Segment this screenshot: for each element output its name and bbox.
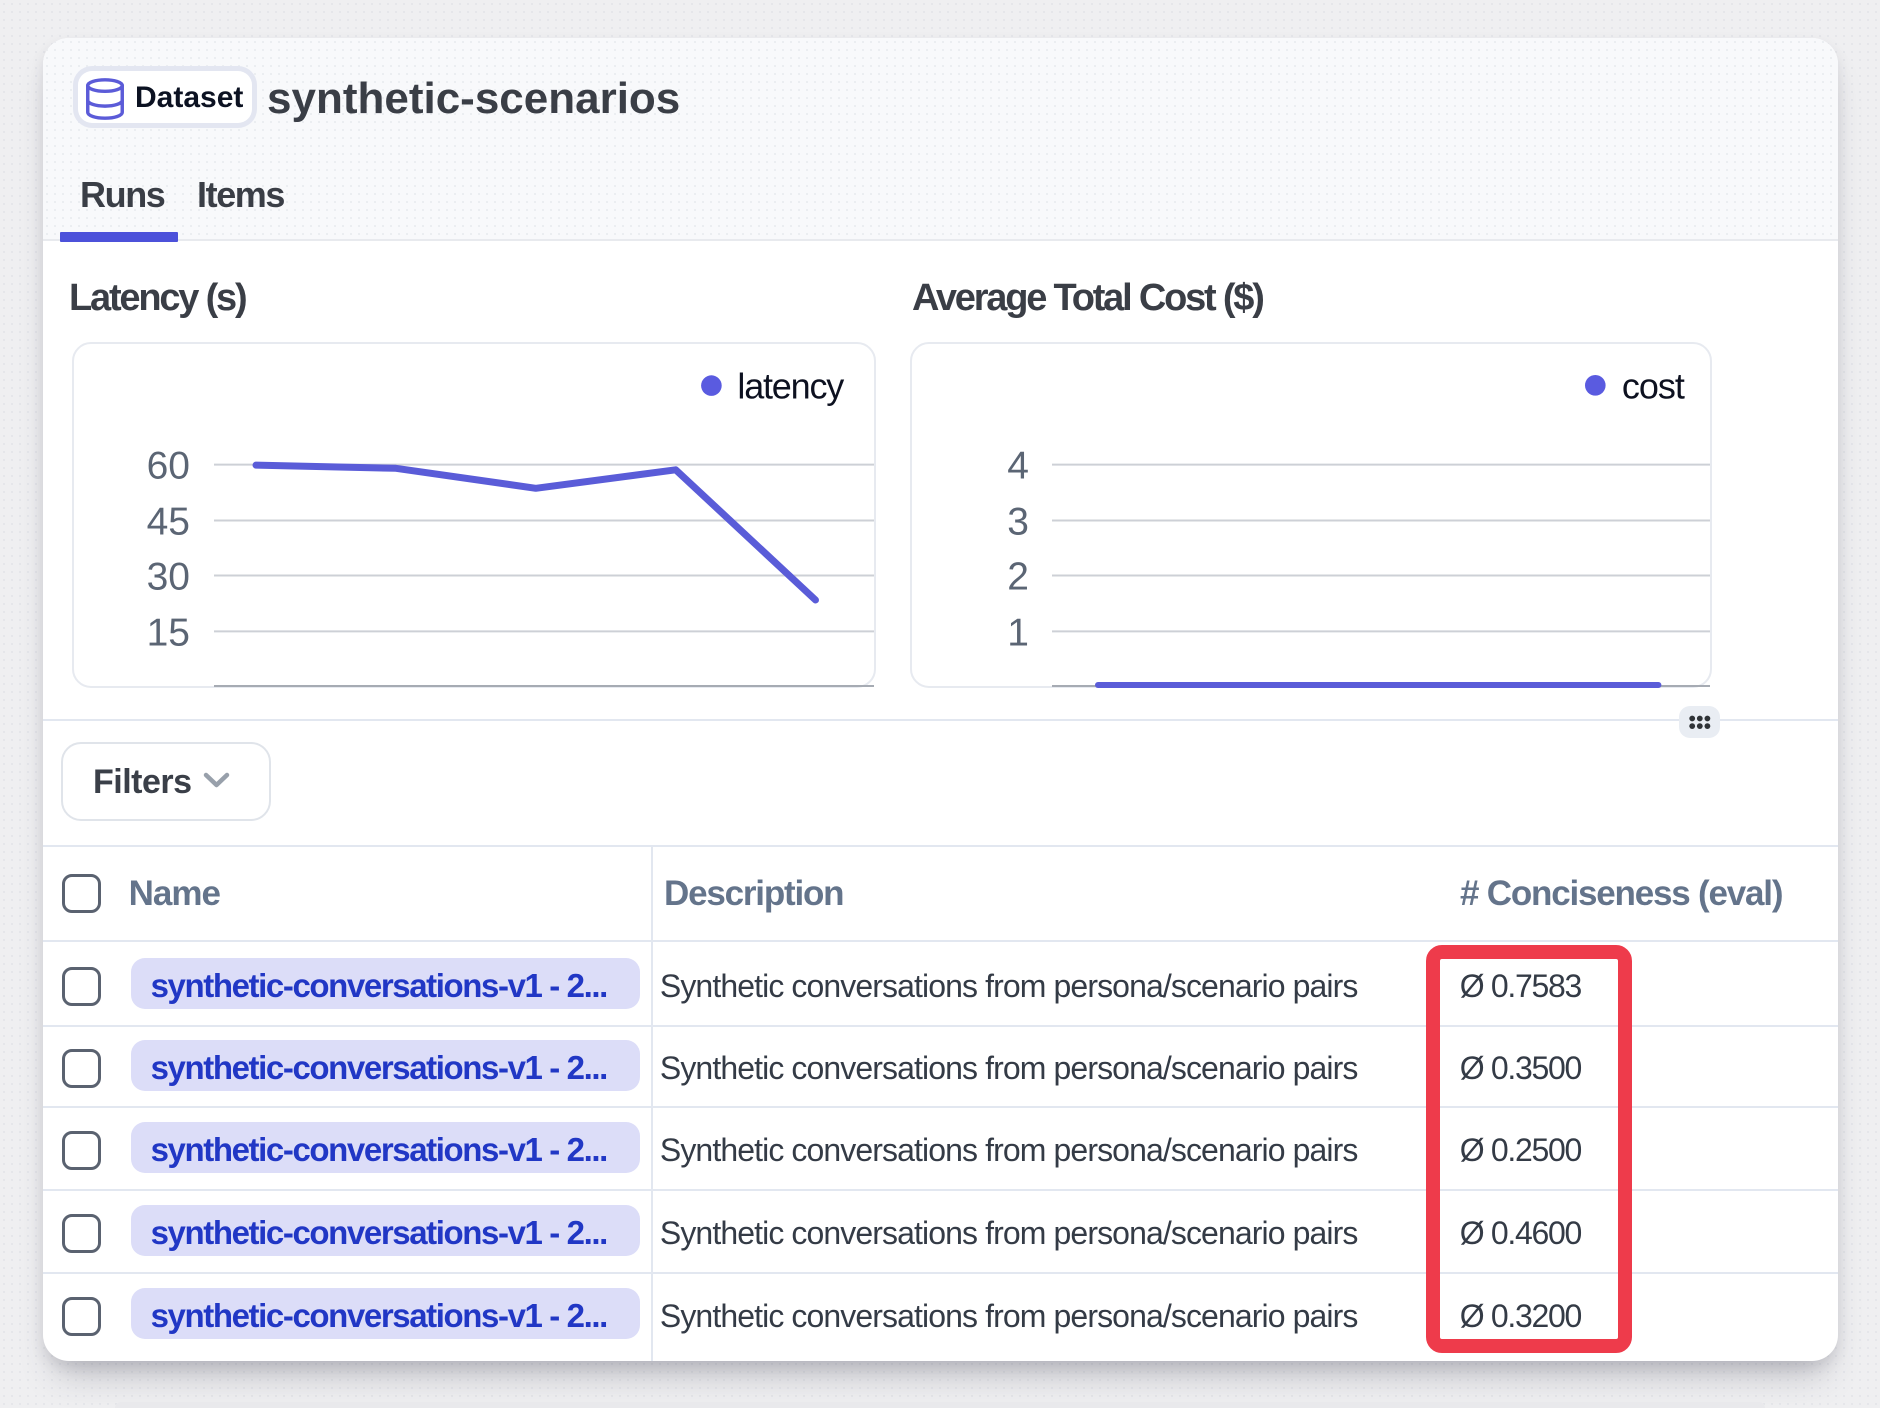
- svg-text:2: 2: [1007, 556, 1029, 599]
- svg-text:4: 4: [1007, 445, 1029, 488]
- svg-text:45: 45: [147, 501, 190, 544]
- svg-text:cost: cost: [1622, 366, 1685, 407]
- svg-text:15: 15: [147, 611, 190, 654]
- svg-text:30: 30: [147, 556, 190, 599]
- svg-text:3: 3: [1007, 501, 1029, 544]
- svg-text:1: 1: [1007, 611, 1029, 654]
- svg-text:latency: latency: [737, 366, 844, 407]
- svg-text:60: 60: [147, 445, 190, 488]
